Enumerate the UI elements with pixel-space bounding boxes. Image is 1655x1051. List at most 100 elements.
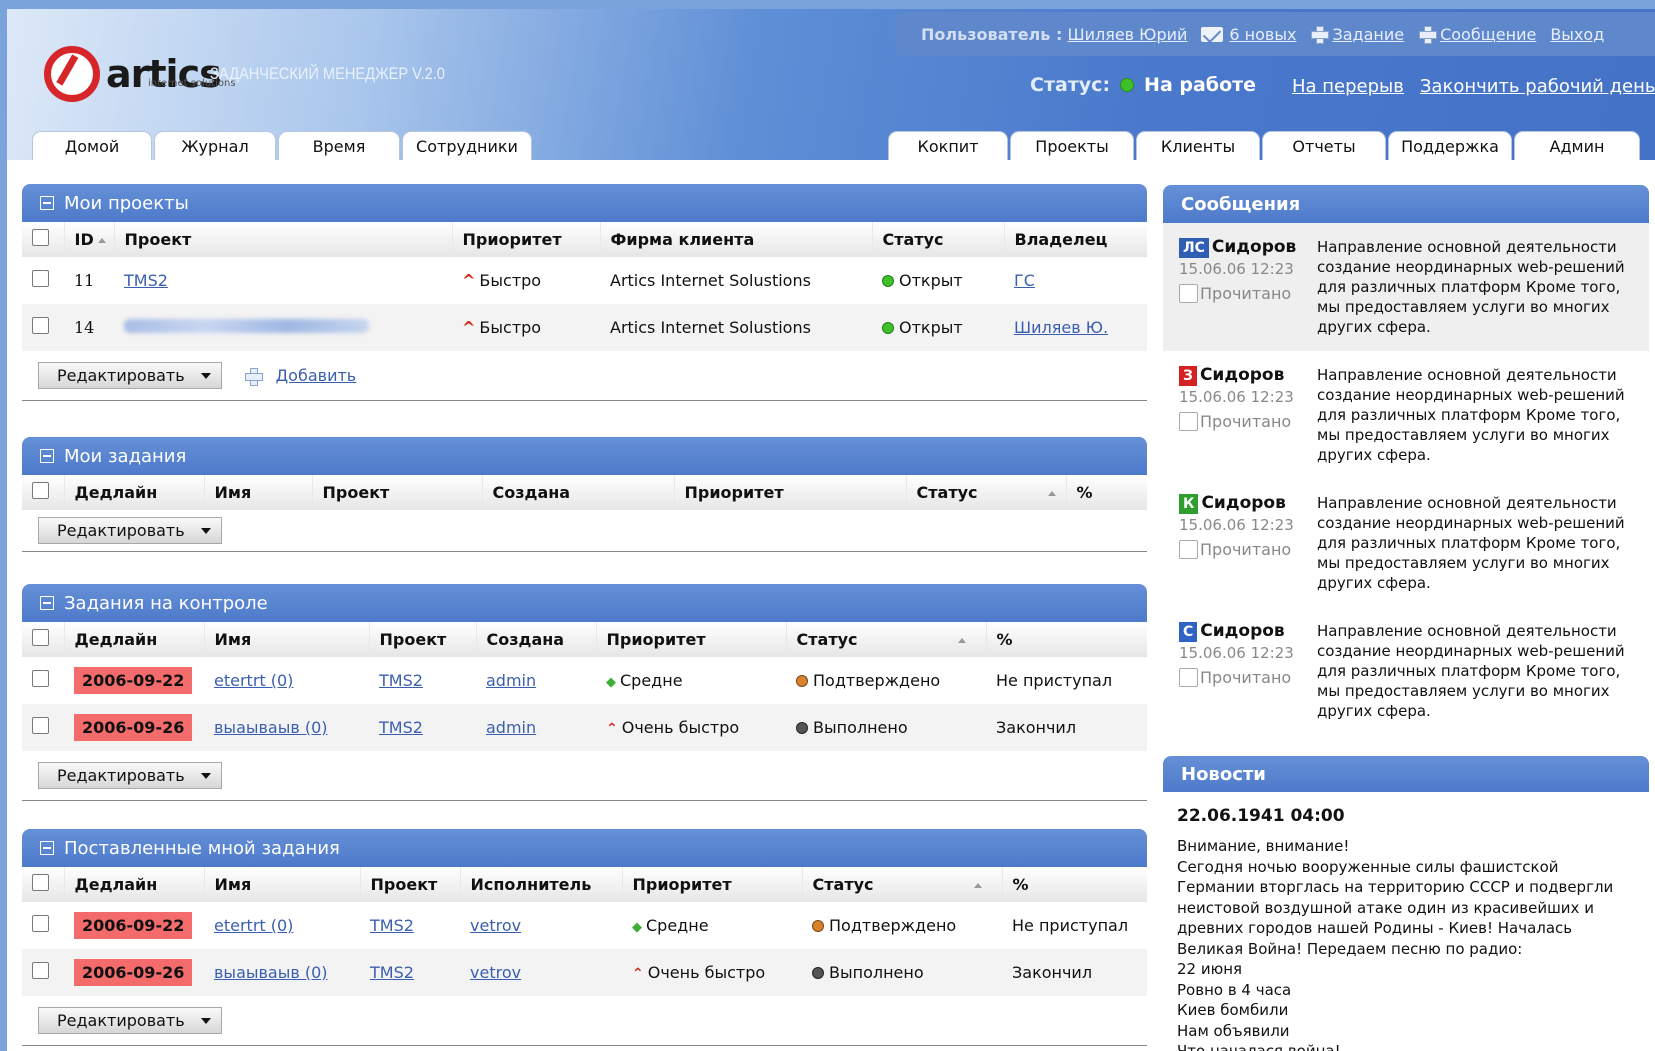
tab-time[interactable]: Время — [278, 131, 400, 160]
row-checkbox[interactable] — [32, 915, 49, 932]
row-checkbox[interactable] — [32, 962, 49, 979]
user-name-link[interactable]: Шиляев Юрий — [1067, 25, 1187, 44]
tab-admin[interactable]: Админ — [1514, 131, 1640, 160]
task-link[interactable]: etertrt (0) — [214, 671, 293, 690]
collapse-icon[interactable] — [40, 596, 54, 610]
column-header[interactable]: Фирма клиента — [599, 222, 872, 257]
tabs-left: Домой Журнал Время Сотрудники — [32, 131, 532, 160]
column-header[interactable]: Проект — [359, 867, 460, 902]
column-header[interactable]: % — [985, 622, 1147, 657]
end-day-link[interactable]: Закончить рабочий день — [1420, 76, 1655, 97]
column-header[interactable]: Статус — [785, 622, 986, 657]
owner-link[interactable]: Шиляев Ю. — [1014, 318, 1108, 337]
assignee-link[interactable]: vetrov — [470, 963, 521, 982]
tab-reports[interactable]: Отчеты — [1262, 131, 1386, 160]
collapse-icon[interactable] — [40, 196, 54, 210]
select-all-checkbox[interactable] — [32, 482, 49, 499]
collapse-icon[interactable] — [40, 841, 54, 855]
column-header[interactable]: Приоритет — [621, 867, 802, 902]
column-header[interactable]: Проект — [113, 222, 452, 257]
row-checkbox[interactable] — [32, 317, 49, 334]
read-checkbox[interactable] — [1179, 284, 1198, 303]
tab-home[interactable]: Домой — [32, 131, 152, 160]
read-checkbox[interactable] — [1179, 668, 1198, 687]
project-link[interactable]: TMS2 — [370, 916, 414, 935]
tab-projects[interactable]: Проекты — [1010, 131, 1134, 160]
tab-employees[interactable]: Сотрудники — [402, 131, 532, 160]
message-item[interactable]: С Сидоров 15.06.06 12:23 Прочитано Направ… — [1163, 607, 1649, 735]
column-header[interactable]: Имя — [203, 622, 369, 657]
column-header[interactable]: % — [1065, 475, 1147, 510]
column-header[interactable]: ID — [63, 222, 114, 257]
creator-link[interactable]: admin — [486, 671, 536, 690]
task-link[interactable]: выаываыв (0) — [214, 963, 328, 982]
column-header[interactable]: Приоритет — [673, 475, 906, 510]
column-header[interactable]: Проект — [368, 622, 476, 657]
message-item[interactable]: З Сидоров 15.06.06 12:23 Прочитано Направ… — [1163, 351, 1649, 479]
column-header[interactable]: Создана — [475, 622, 596, 657]
new-messages-link[interactable]: 6 новых — [1229, 25, 1296, 44]
collapse-icon[interactable] — [40, 449, 54, 463]
select-all-checkbox[interactable] — [32, 229, 49, 246]
column-header[interactable]: Статус — [905, 475, 1066, 510]
project-link[interactable]: TMS2 — [124, 271, 168, 290]
column-header[interactable]: Дедлайн — [63, 867, 204, 902]
column-header[interactable]: Владелец — [1003, 222, 1147, 257]
assignee-link[interactable]: vetrov — [470, 916, 521, 935]
logo[interactable]: artics internet solutions — [44, 46, 236, 102]
add-task-link[interactable]: Задание — [1332, 25, 1404, 44]
task-link[interactable]: выаываыв (0) — [214, 718, 328, 737]
select-all-checkbox[interactable] — [32, 874, 49, 891]
message-item[interactable]: ЛС Сидоров 15.06.06 12:23 Прочитано Напра… — [1163, 223, 1649, 351]
tab-clients[interactable]: Клиенты — [1136, 131, 1260, 160]
row-checkbox[interactable] — [32, 270, 49, 287]
tab-cockpit[interactable]: Кокпит — [888, 131, 1008, 160]
message-date: 15.06.06 12:23 — [1179, 516, 1294, 534]
column-header[interactable]: Дедлайн — [63, 622, 204, 657]
blurred-project-link[interactable] — [124, 319, 369, 333]
row-checkbox[interactable] — [32, 717, 49, 734]
select-all-checkbox[interactable] — [32, 629, 49, 646]
edit-dropdown-button[interactable]: Редактировать — [38, 1007, 222, 1034]
column-header[interactable]: Приоритет — [595, 622, 786, 657]
column-header[interactable]: Статус — [871, 222, 1004, 257]
tab-support[interactable]: Поддержка — [1388, 131, 1512, 160]
add-icon[interactable] — [244, 367, 263, 386]
column-header[interactable]: Приоритет — [451, 222, 600, 257]
column-header[interactable]: Создана — [481, 475, 674, 510]
edit-dropdown-button[interactable]: Редактировать — [38, 762, 222, 789]
project-link[interactable]: TMS2 — [370, 963, 414, 982]
read-checkbox[interactable] — [1179, 540, 1198, 559]
status-value: Открыт — [899, 271, 963, 290]
panel-header[interactable]: Мои задания — [22, 437, 1147, 475]
project-link[interactable]: TMS2 — [379, 718, 423, 737]
row-checkbox[interactable] — [32, 670, 49, 687]
column-header[interactable]: Имя — [203, 867, 360, 902]
break-link[interactable]: На перерыв — [1292, 76, 1404, 97]
task-link[interactable]: etertrt (0) — [214, 916, 293, 935]
project-link[interactable]: TMS2 — [379, 671, 423, 690]
panel-header[interactable]: Мои проекты — [22, 184, 1147, 222]
column-header[interactable]: Дедлайн — [63, 475, 204, 510]
creator-link[interactable]: admin — [486, 718, 536, 737]
add-project-link[interactable]: Добавить — [276, 366, 357, 385]
read-checkbox[interactable] — [1179, 412, 1198, 431]
column-header[interactable]: Статус — [801, 867, 1002, 902]
panel-header[interactable]: Задания на контроле — [22, 584, 1147, 622]
column-header[interactable]: Проект — [311, 475, 482, 510]
edit-dropdown-button[interactable]: Редактировать — [38, 517, 222, 544]
edit-dropdown-button[interactable]: Редактировать — [38, 362, 222, 389]
add-message-link[interactable]: Сообщение — [1440, 25, 1536, 44]
status-value: Подтверждено — [813, 671, 941, 690]
status-value: Подтверждено — [829, 916, 957, 935]
column-header[interactable]: Исполнитель — [459, 867, 622, 902]
column-header[interactable]: Имя — [203, 475, 312, 510]
logout-link[interactable]: Выход — [1550, 25, 1604, 44]
control-tasks-panel: Задания на контроле Дедлайн Имя Проект С… — [22, 584, 1147, 801]
panel-header[interactable]: Поставленные мной задания — [22, 829, 1147, 867]
tab-journal[interactable]: Журнал — [154, 131, 276, 160]
message-item[interactable]: К Сидоров 15.06.06 12:23 Прочитано Направ… — [1163, 479, 1649, 607]
news-line: Нам объявили — [1177, 1021, 1290, 1040]
owner-link[interactable]: ГС — [1014, 271, 1035, 290]
column-header[interactable]: % — [1001, 867, 1147, 902]
